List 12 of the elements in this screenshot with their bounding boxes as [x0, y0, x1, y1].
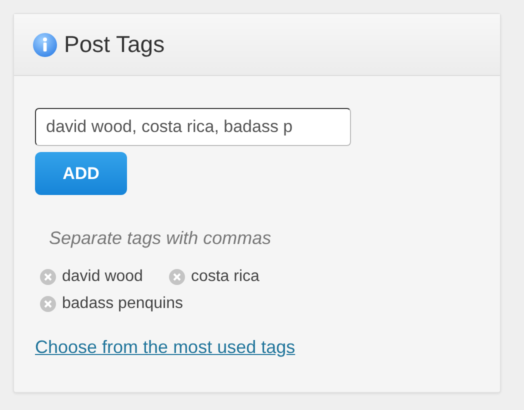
most-used-tags-link[interactable]: Choose from the most used tags: [35, 337, 296, 358]
remove-icon[interactable]: [168, 269, 185, 285]
tag-label: badass penquins: [62, 295, 183, 313]
tag-label: costa rica: [190, 268, 260, 286]
info-icon: [32, 32, 58, 58]
add-button[interactable]: ADD: [35, 152, 127, 195]
hint-text: Separate tags with commas: [49, 228, 272, 249]
tag-input[interactable]: david wood, costa rica, badass p: [35, 108, 351, 146]
remove-icon[interactable]: [40, 296, 56, 312]
tag-label: david wood: [62, 268, 143, 286]
panel-title: Post Tags: [64, 31, 165, 58]
remove-icon[interactable]: [40, 269, 56, 285]
